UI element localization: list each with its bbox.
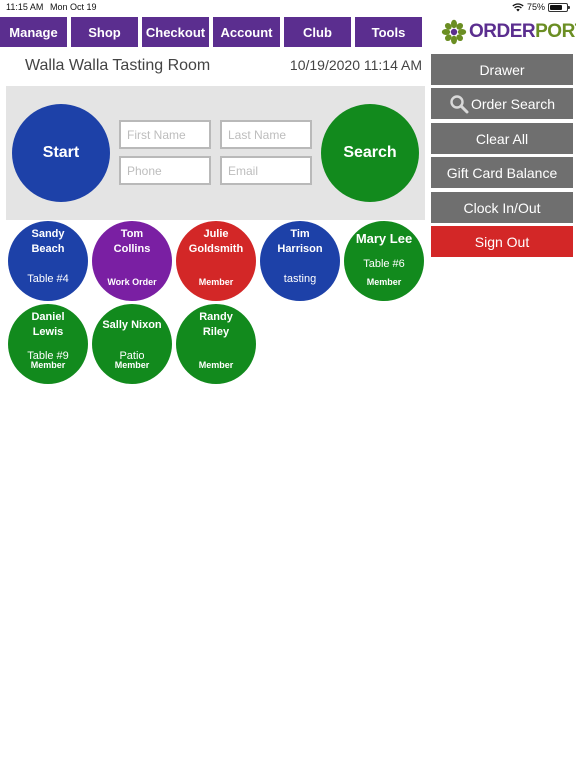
order-circle[interactable]: Tim Harrison tasting — [260, 221, 340, 301]
order-search-label: Order Search — [470, 95, 556, 112]
wifi-icon — [512, 2, 524, 11]
order-circle[interactable]: Randy Riley Member — [176, 304, 256, 384]
order-location: Table #6 — [363, 258, 405, 270]
email-field[interactable] — [220, 156, 312, 185]
drawer-label: Drawer — [479, 61, 525, 78]
order-customer-name: Sandy Beach — [31, 228, 65, 255]
clock-in-out-label: Clock In/Out — [463, 199, 541, 216]
order-circle[interactable]: Daniel Lewis Table #9 Member — [8, 304, 88, 384]
logo-text-order: ORDER — [469, 21, 536, 42]
order-customer-name: Mary Lee — [355, 231, 413, 246]
order-tag: Member — [198, 360, 234, 370]
battery-percent: 75% — [526, 2, 545, 12]
order-customer-name: Tim Harrison — [277, 228, 323, 255]
nav-shop[interactable]: Shop — [71, 17, 138, 47]
order-circle[interactable]: Julie Goldsmith Member — [176, 221, 256, 301]
gift-card-balance-button[interactable]: Gift Card Balance — [431, 157, 573, 188]
battery-icon — [548, 2, 570, 12]
nav-club[interactable]: Club — [284, 17, 351, 47]
current-datetime: 10/19/2020 11:14 AM — [289, 57, 422, 73]
order-circle[interactable]: Sandy Beach Table #4 — [8, 221, 88, 301]
battery-fill — [550, 4, 562, 10]
start-button[interactable]: Start — [12, 104, 110, 202]
order-customer-name: Tom Collins — [113, 228, 151, 255]
nav-checkout[interactable]: Checkout — [142, 17, 209, 47]
nav-tools[interactable]: Tools — [355, 17, 422, 47]
phone-field[interactable] — [119, 156, 211, 185]
order-customer-name: Randy Riley — [199, 311, 233, 338]
order-tag: Member — [366, 277, 402, 287]
order-circle[interactable]: Tom Collins Work Order — [92, 221, 172, 301]
first-name-field[interactable] — [119, 120, 211, 149]
order-customer-name: Sally Nixon — [102, 319, 162, 331]
order-customer-name: Julie Goldsmith — [188, 228, 244, 255]
nav-account[interactable]: Account — [213, 17, 280, 47]
sign-out-label: Sign Out — [474, 233, 530, 250]
order-tag: Member — [30, 360, 66, 370]
order-customer-name: Daniel Lewis — [31, 311, 65, 338]
status-bar: 11:15 AM Mon Oct 19 75% — [0, 0, 576, 14]
order-circle[interactable]: Mary Lee Table #6 Member — [344, 221, 424, 301]
logo-text-port: PORT — [535, 21, 576, 42]
sign-out-button[interactable]: Sign Out — [431, 226, 573, 257]
drawer-button[interactable]: Drawer — [431, 54, 573, 85]
status-date: Mon Oct 19 — [50, 2, 97, 12]
order-location: tasting — [283, 273, 317, 285]
flower-logo-icon — [441, 19, 467, 45]
order-tag: Member — [114, 360, 150, 370]
gift-card-balance-label: Gift Card Balance — [446, 164, 558, 181]
clear-all-label: Clear All — [475, 130, 529, 147]
order-tag: Member — [198, 277, 234, 287]
order-location: Table #4 — [27, 273, 69, 285]
order-tag: Work Order — [107, 277, 157, 287]
order-search-button[interactable]: Order Search — [431, 88, 573, 119]
order-circle[interactable]: Sally Nixon Patio Member — [92, 304, 172, 384]
search-button[interactable]: Search — [321, 104, 419, 202]
nav-manage[interactable]: Manage — [0, 17, 67, 47]
magnifier-icon — [450, 94, 469, 113]
orderport-logo: ORDERPORT — [441, 18, 576, 46]
clock-in-out-button[interactable]: Clock In/Out — [431, 192, 573, 223]
customer-search-panel: Start Search — [6, 86, 425, 220]
room-title: Walla Walla Tasting Room — [25, 57, 211, 74]
status-right: 75% — [512, 2, 570, 12]
logo-text: ORDERPORT — [469, 21, 576, 43]
last-name-field[interactable] — [220, 120, 312, 149]
clear-all-button[interactable]: Clear All — [431, 123, 573, 154]
status-time: 11:15 AM — [6, 2, 44, 12]
